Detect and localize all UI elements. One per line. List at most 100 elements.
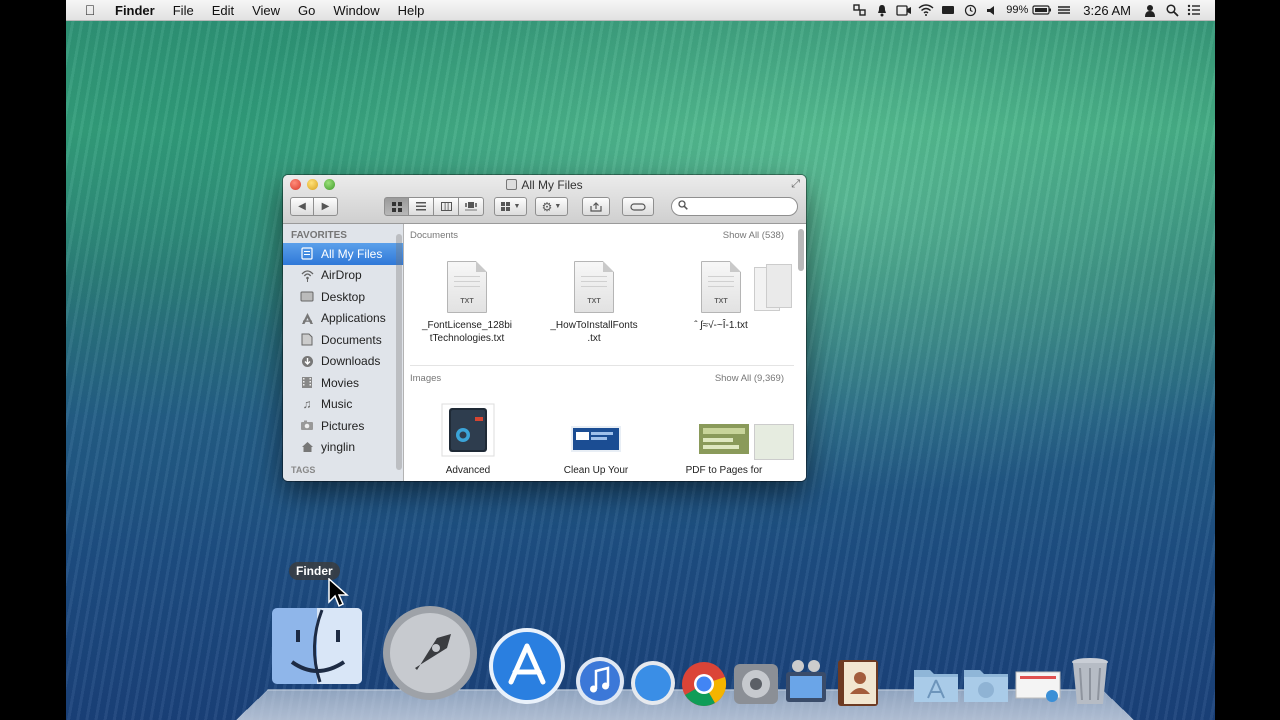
window-toolbar: All My Files ⤢ ◀ ▶ ▼ ⚙ ▼	[283, 175, 806, 224]
time-machine-icon[interactable]	[959, 2, 981, 18]
sidebar-item-downloads[interactable]: Downloads	[283, 351, 403, 373]
text-document-icon: TXT	[447, 261, 487, 313]
menu-clock[interactable]: 3:26 AM	[1075, 3, 1139, 18]
sidebar-item-label: yinglin	[321, 440, 356, 455]
menu-bar:  Finder File Edit View Go Window Help	[66, 0, 1215, 21]
downloads-icon	[299, 354, 315, 368]
tags-button[interactable]	[622, 197, 654, 216]
image-item[interactable]: Clean Up Your	[536, 404, 656, 477]
volume-icon[interactable]	[981, 2, 1003, 18]
notification-center-icon[interactable]	[1183, 2, 1205, 18]
camera-icon[interactable]	[893, 2, 915, 18]
finder-window[interactable]: All My Files ⤢ ◀ ▶ ▼ ⚙ ▼ FAVORITES All M…	[283, 175, 806, 481]
back-forward-control: ◀ ▶	[290, 197, 338, 216]
safari-icon[interactable]	[629, 659, 677, 712]
sidebar-item-pictures[interactable]: Pictures	[283, 415, 403, 437]
file-name-line: tTechnologies.txt	[429, 333, 505, 344]
movies-icon	[299, 376, 315, 390]
sidebar-tags-header: TAGS	[291, 465, 316, 475]
search-input[interactable]	[671, 197, 798, 216]
forward-button[interactable]: ▶	[314, 197, 338, 216]
cover-flow-button[interactable]	[459, 197, 484, 216]
sidebar-item-all-my-files[interactable]: All My Files	[283, 243, 403, 265]
battery-percentage: 99%	[1006, 4, 1029, 16]
sidebar-item-home[interactable]: yinglin	[283, 437, 403, 459]
documents-header: Documents	[410, 229, 459, 241]
applications-icon	[299, 311, 315, 325]
menu-view[interactable]: View	[243, 3, 289, 18]
sidebar-item-airdrop[interactable]: AirDrop	[283, 265, 403, 287]
music-icon: ♫	[302, 397, 312, 412]
sidebar-scrollbar[interactable]	[396, 234, 402, 470]
arrange-button[interactable]: ▼	[494, 197, 527, 216]
menu-edit[interactable]: Edit	[203, 3, 243, 18]
desktop-icon	[299, 290, 315, 304]
mouse-cursor	[328, 577, 350, 613]
sidebar-item-documents[interactable]: Documents	[283, 329, 403, 351]
app-store-icon[interactable]	[487, 626, 567, 711]
documents-section-header: Documents Show All (538)	[404, 226, 794, 244]
launchpad-icon[interactable]	[381, 604, 479, 707]
wifi-icon[interactable]	[915, 2, 937, 18]
file-type-badge: TXT	[714, 298, 728, 305]
share-button[interactable]	[582, 197, 610, 216]
image-item[interactable]: Advanced	[408, 403, 528, 477]
sidebar-item-label: Documents	[321, 332, 382, 347]
battery-icon[interactable]	[1031, 2, 1053, 18]
sidebar-item-desktop[interactable]: Desktop	[283, 286, 403, 308]
menu-file[interactable]: File	[164, 3, 203, 18]
text-document-icon: TXT	[574, 261, 614, 313]
file-name-line: .txt	[587, 333, 601, 344]
sidebar-item-label: Applications	[321, 311, 386, 326]
back-button[interactable]: ◀	[290, 197, 314, 216]
images-header: Images	[410, 372, 442, 384]
preview-icon[interactable]	[1014, 668, 1064, 709]
menu-go[interactable]: Go	[289, 3, 324, 18]
spotlight-search-icon[interactable]	[1161, 2, 1183, 18]
image-name-line: Advanced	[445, 465, 491, 476]
gear-icon: ⚙	[541, 199, 553, 214]
contacts-icon[interactable]	[834, 658, 882, 713]
app-thumbnail	[697, 404, 751, 458]
itunes-icon[interactable]	[574, 655, 626, 712]
menu-window[interactable]: Window	[324, 3, 388, 18]
menu-app-finder[interactable]: Finder	[106, 3, 164, 18]
folder-icon	[506, 179, 518, 190]
column-view-button[interactable]	[434, 197, 459, 216]
action-gear-button[interactable]: ⚙ ▼	[535, 197, 568, 216]
list-view-button[interactable]	[409, 197, 434, 216]
file-name-line: _FontLicense_128bi	[421, 320, 513, 331]
trash-icon[interactable]	[1068, 656, 1112, 711]
system-preferences-icon[interactable]	[732, 660, 780, 713]
icon-view-button[interactable]	[384, 197, 409, 216]
user-icon[interactable]	[1139, 2, 1161, 18]
flag-icon[interactable]	[1053, 2, 1075, 18]
chrome-icon[interactable]	[680, 660, 728, 713]
dropbox-icon[interactable]	[849, 2, 871, 18]
apple-menu-icon[interactable]: 	[80, 2, 100, 18]
fullscreen-icon[interactable]: ⤢	[791, 178, 800, 191]
finder-icon[interactable]	[270, 606, 364, 691]
imovie-icon[interactable]	[782, 658, 832, 713]
file-item[interactable]: TXT _HowToInstallFonts .txt	[534, 261, 654, 345]
applications-folder-icon[interactable]	[912, 664, 960, 709]
display-icon[interactable]	[937, 2, 959, 18]
sidebar-item-applications[interactable]: Applications	[283, 308, 403, 330]
images-show-all-link[interactable]: Show All (9,369)	[715, 373, 784, 384]
view-mode-control	[384, 197, 484, 216]
pictures-icon	[299, 419, 315, 433]
stacked-files-preview	[766, 264, 792, 308]
sidebar-item-movies[interactable]: Movies	[283, 372, 403, 394]
all-files-icon	[299, 247, 315, 261]
notification-bell-icon[interactable]	[871, 2, 893, 18]
content-scrollbar[interactable]	[798, 229, 804, 271]
sidebar-item-label: Desktop	[321, 289, 366, 304]
file-type-badge: TXT	[460, 298, 474, 305]
file-item[interactable]: TXT _FontLicense_128bi tTechnologies.txt	[407, 261, 527, 345]
documents-show-all-link[interactable]: Show All (538)	[723, 230, 784, 241]
sidebar-item-music[interactable]: ♫ Music	[283, 394, 403, 416]
text-document-icon: TXT	[701, 261, 741, 313]
menu-help[interactable]: Help	[389, 3, 434, 18]
stacked-images-preview[interactable]	[754, 424, 794, 460]
downloads-stack-icon[interactable]	[962, 664, 1010, 709]
